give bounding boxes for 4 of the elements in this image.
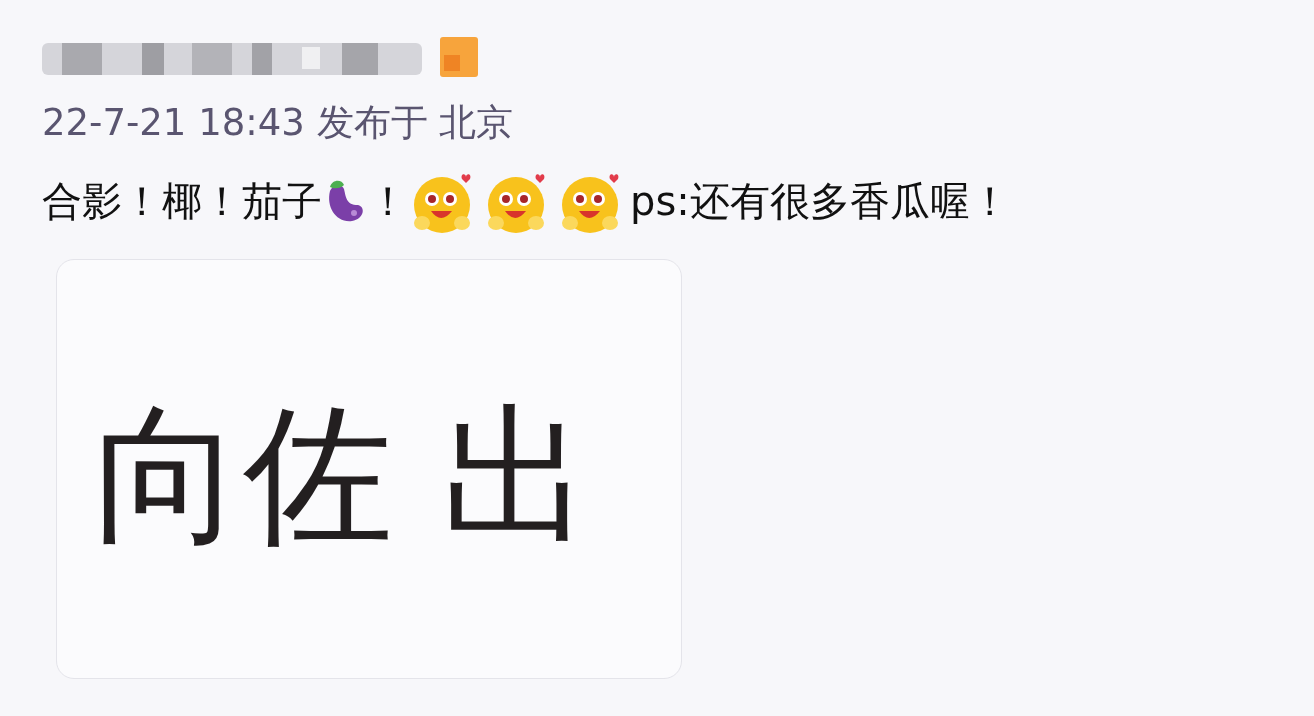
post-text: 合影！椰！茄子 bbox=[42, 181, 322, 221]
post-timestamp-location: 22-7-21 18:43 发布于 北京 bbox=[42, 104, 515, 141]
post-text: ！ bbox=[368, 181, 408, 221]
image-text: 向佐 出 bbox=[93, 400, 592, 550]
